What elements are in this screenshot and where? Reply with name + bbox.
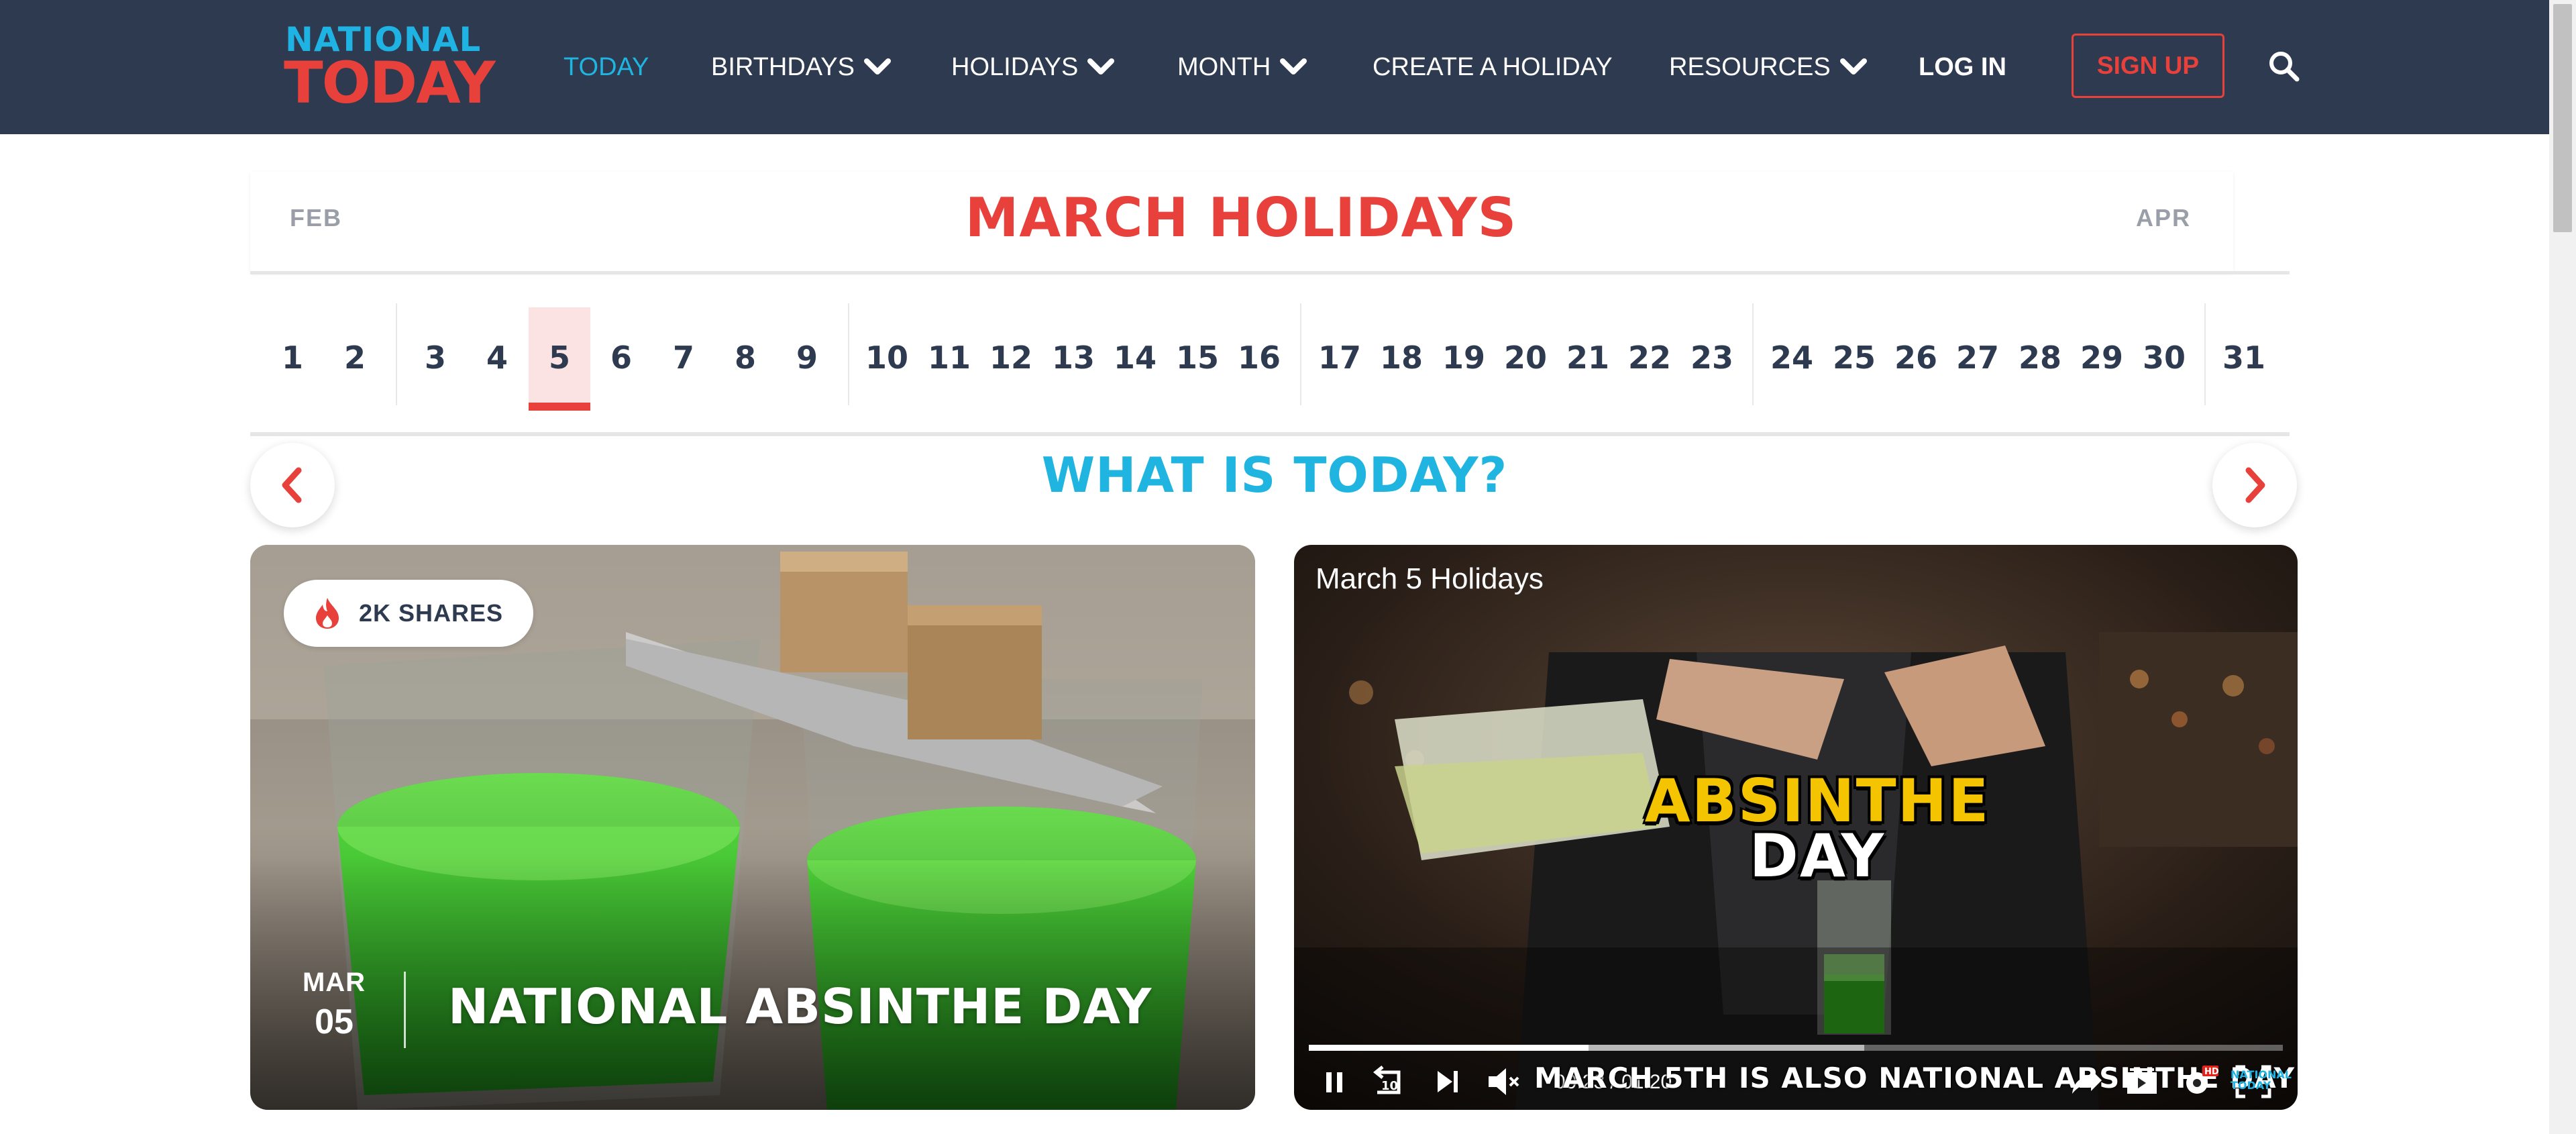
card-divider: [404, 972, 406, 1048]
login-label: LOG IN: [1919, 53, 2006, 81]
featured-holiday-card[interactable]: 2K SHARES MAR 05 NATIONAL ABSINTHE DAY: [250, 545, 1255, 1110]
day-link[interactable]: 18: [1371, 307, 1432, 408]
search-icon[interactable]: [2267, 50, 2301, 83]
video-title[interactable]: March 5 Holidays: [1316, 562, 1544, 596]
top-navbar: NATIONAL TODAY TODAY BIRTHDAYS HOLIDAYS …: [0, 0, 2549, 134]
day-link[interactable]: 19: [1433, 307, 1495, 408]
pause-icon[interactable]: [1313, 1062, 1356, 1102]
chevron-down-icon: [1839, 58, 1867, 74]
rewind-10-icon[interactable]: 10: [1368, 1062, 1411, 1102]
settings-icon[interactable]: HD: [2177, 1062, 2220, 1102]
day-link[interactable]: 17: [1309, 307, 1371, 408]
signup-label: SIGN UP: [2096, 52, 2200, 79]
hd-badge: HD: [2204, 1067, 2219, 1077]
video-brand-line2: TODAY: [2231, 1079, 2271, 1092]
section-heading: WHAT IS TODAY?: [1041, 447, 1508, 503]
day-link[interactable]: 14: [1104, 307, 1166, 408]
day-link[interactable]: 31: [2213, 307, 2275, 408]
prev-month-link[interactable]: FEB: [290, 204, 342, 232]
day-link-selected[interactable]: 5: [529, 307, 590, 411]
day-link[interactable]: 21: [1557, 307, 1619, 408]
nav-create-holiday[interactable]: CREATE A HOLIDAY: [1373, 51, 1613, 83]
nav-birthdays-label: BIRTHDAYS: [711, 53, 855, 81]
mute-icon[interactable]: [1482, 1062, 1525, 1102]
day-link[interactable]: 2: [324, 307, 386, 408]
month-divider: [250, 271, 2290, 274]
day-link[interactable]: 23: [1681, 307, 1743, 408]
day-link[interactable]: 22: [1619, 307, 1680, 408]
day-link[interactable]: 30: [2133, 307, 2195, 408]
scrollbar-thumb[interactable]: [2553, 4, 2572, 232]
chevron-right-icon: [2245, 467, 2265, 503]
day-link[interactable]: 27: [1947, 307, 2008, 408]
page-title: MARCH HOLIDAYS: [965, 187, 1517, 249]
next-day-button[interactable]: [2212, 443, 2297, 527]
chevron-left-icon: [282, 467, 302, 503]
watch-later-icon[interactable]: [2121, 1062, 2163, 1102]
week-separator: [2204, 303, 2206, 405]
video-brand-logo: NATIONAL TODAY: [2231, 1070, 2292, 1091]
day-link[interactable]: 10: [856, 307, 918, 408]
nav-resources[interactable]: RESOURCES: [1669, 51, 1867, 83]
prev-day-button[interactable]: [250, 443, 335, 527]
next-icon[interactable]: [1426, 1062, 1468, 1102]
day-link[interactable]: 24: [1761, 307, 1823, 408]
svg-text:10: 10: [1381, 1079, 1398, 1093]
day-link[interactable]: 11: [918, 307, 980, 408]
login-link[interactable]: LOG IN: [1919, 51, 2006, 83]
day-link[interactable]: 28: [2009, 307, 2071, 408]
card-date: MAR 05: [297, 968, 371, 1042]
day-link[interactable]: 6: [590, 307, 652, 408]
video-progress-fill: [1309, 1045, 1589, 1051]
nav-holidays-label: HOLIDAYS: [951, 53, 1079, 81]
week-separator: [396, 303, 397, 405]
chevron-down-icon: [1280, 58, 1307, 74]
day-link[interactable]: 25: [1823, 307, 1885, 408]
video-progress-bar[interactable]: [1309, 1045, 2283, 1051]
nav-today-label: TODAY: [564, 53, 649, 81]
share-count: 2K SHARES: [359, 599, 504, 627]
day-link[interactable]: 15: [1167, 307, 1228, 408]
day-link[interactable]: 16: [1228, 307, 1290, 408]
chevron-down-icon: [1087, 58, 1115, 74]
logo-line2: TODAY: [284, 50, 496, 117]
day-link[interactable]: 1: [262, 307, 323, 408]
nav-birthdays[interactable]: BIRTHDAYS: [711, 51, 891, 83]
day-link[interactable]: 29: [2071, 307, 2133, 408]
card-date-month: MAR: [302, 968, 366, 997]
day-link[interactable]: 7: [653, 307, 714, 408]
day-link[interactable]: 3: [405, 307, 466, 408]
day-link[interactable]: 8: [714, 307, 776, 408]
nav-holidays[interactable]: HOLIDAYS: [951, 51, 1115, 83]
signup-button[interactable]: SIGN UP: [2072, 34, 2224, 98]
share-icon[interactable]: [2064, 1062, 2107, 1102]
nav-month[interactable]: MONTH: [1177, 51, 1307, 83]
nav-create-holiday-label: CREATE A HOLIDAY: [1373, 53, 1613, 81]
nav-resources-label: RESOURCES: [1669, 53, 1831, 81]
card-title[interactable]: NATIONAL ABSINTHE DAY: [448, 978, 1152, 1035]
day-link[interactable]: 12: [980, 307, 1042, 408]
share-count-badge: 2K SHARES: [284, 580, 533, 647]
day-strip-divider: [250, 432, 2290, 436]
day-link[interactable]: 9: [776, 307, 838, 408]
next-month-link[interactable]: APR: [2136, 204, 2191, 232]
day-link[interactable]: 4: [466, 307, 528, 408]
day-link[interactable]: 20: [1495, 307, 1556, 408]
video-player[interactable]: March 5 Holidays ABSINTHE DAY 10 00:23 /…: [1294, 545, 2298, 1110]
day-link[interactable]: 13: [1042, 307, 1104, 408]
chevron-down-icon: [863, 58, 891, 74]
nav-today[interactable]: TODAY: [564, 51, 649, 83]
site-logo[interactable]: NATIONAL TODAY: [284, 20, 496, 117]
week-separator: [1300, 303, 1301, 405]
week-separator: [1752, 303, 1754, 405]
video-overlay-line2: DAY: [1749, 821, 1886, 890]
nav-month-label: MONTH: [1177, 53, 1271, 81]
day-link[interactable]: 26: [1885, 307, 1947, 408]
card-date-day: 05: [315, 1002, 354, 1041]
fire-icon: [316, 598, 339, 629]
week-separator: [848, 303, 849, 405]
